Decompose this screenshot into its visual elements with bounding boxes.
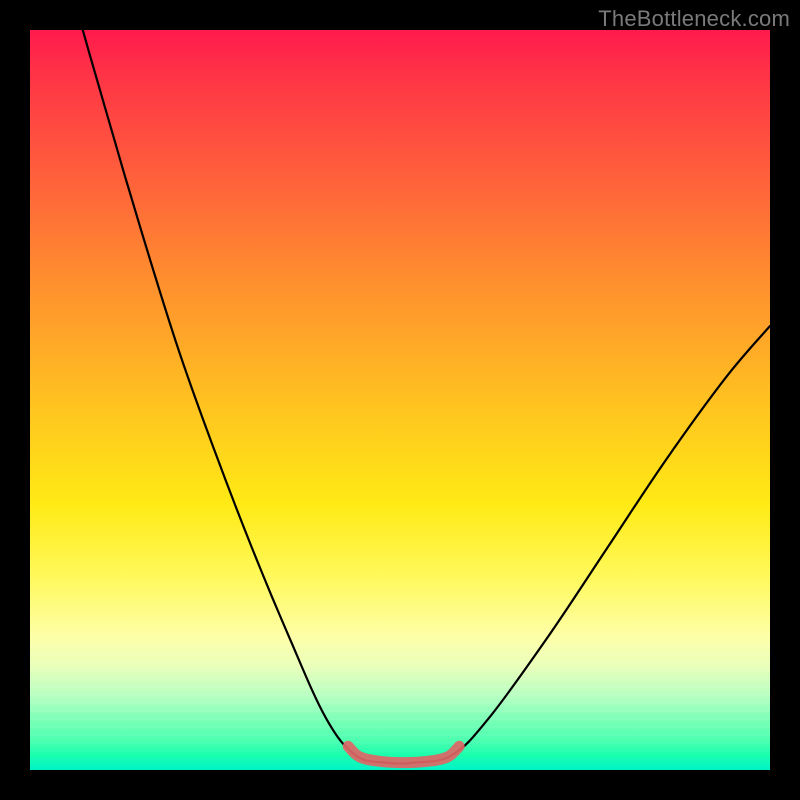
plot-area — [30, 30, 770, 770]
watermark-text: TheBottleneck.com — [598, 6, 790, 32]
bottleneck-curve — [30, 30, 770, 764]
curve-layer — [30, 30, 770, 770]
chart-frame: TheBottleneck.com — [0, 0, 800, 800]
optimal-plateau-marker — [348, 746, 459, 762]
